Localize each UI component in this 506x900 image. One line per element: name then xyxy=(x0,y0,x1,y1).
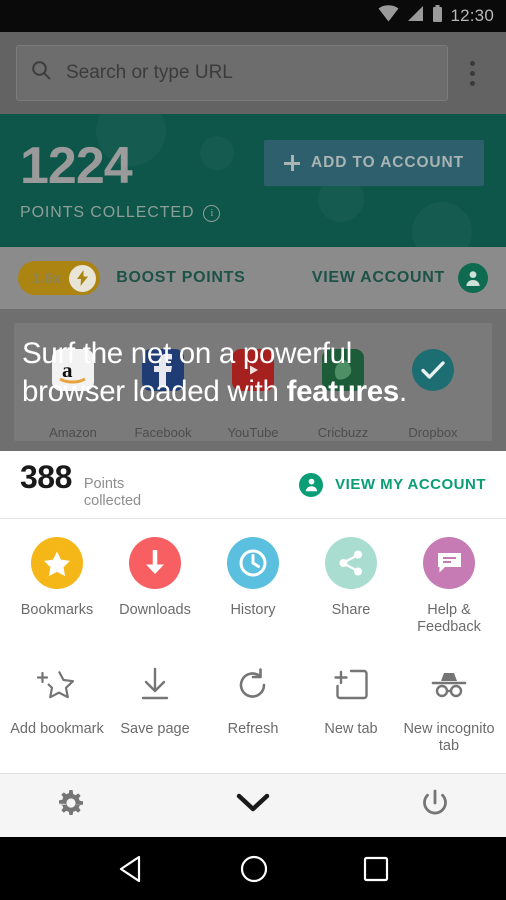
star-icon xyxy=(31,537,83,589)
add-to-account-button[interactable]: ADD TO ACCOUNT xyxy=(264,140,484,186)
promo-line-2-normal: browser loaded with xyxy=(22,374,287,408)
shortcut-label: Dropbox xyxy=(408,425,458,440)
promo-line-2-bold: features xyxy=(286,374,400,408)
browser-menu-sheet: 388 Points collected VIEW MY ACCOUNT Boo… xyxy=(0,451,506,838)
menu-grid-row-1: Bookmarks Downloads History Share Help &… xyxy=(0,519,506,640)
browser-toolbar: Search or type URL xyxy=(0,32,506,114)
menu-item-label: Help & Feedback xyxy=(417,602,481,636)
sheet-points-left: 388 Points collected xyxy=(20,459,141,510)
boost-points-row: 1.6x BOOST POINTS VIEW ACCOUNT xyxy=(0,247,506,309)
menu-item-label: New incognito tab xyxy=(403,721,495,755)
menu-item-label: New tab xyxy=(324,721,378,738)
menu-item-label: Save page xyxy=(120,721,190,738)
share-icon xyxy=(325,537,377,589)
download-arrow-icon xyxy=(129,537,181,589)
points-collected-label: POINTS COLLECTED xyxy=(20,204,195,221)
shortcut-label: YouTube xyxy=(227,425,279,440)
promo-line-1: Surf the net on a powerful xyxy=(22,337,353,370)
browser-content-dimmed: Search or type URL 1224 POINTS COLLECTED… xyxy=(0,32,506,451)
battery-icon xyxy=(432,4,443,28)
plus-icon xyxy=(284,155,301,171)
wifi-icon xyxy=(378,5,399,27)
menu-item-label: Share xyxy=(331,602,371,618)
menu-item-label: Bookmarks xyxy=(20,602,94,618)
clock-icon xyxy=(227,537,279,589)
points-hero-banner: 1224 POINTS COLLECTED i ADD TO ACCOUNT xyxy=(0,114,506,247)
refresh-icon xyxy=(230,662,276,708)
boost-left-group[interactable]: 1.6x BOOST POINTS xyxy=(18,261,246,295)
url-bar[interactable]: Search or type URL xyxy=(16,45,448,101)
menu-item-new-tab[interactable]: New tab xyxy=(302,662,400,755)
sheet-points-caption: Points collected xyxy=(84,476,141,510)
incognito-icon xyxy=(426,662,472,708)
home-circle-icon[interactable] xyxy=(239,854,269,889)
decor-bubble xyxy=(200,136,234,170)
menu-item-label: History xyxy=(230,602,276,618)
android-navigation-bar xyxy=(0,837,506,900)
menu-item-share[interactable]: Share xyxy=(302,537,400,636)
overflow-menu-icon[interactable] xyxy=(448,60,496,86)
menu-item-save-page[interactable]: Save page xyxy=(106,662,204,755)
menu-item-history[interactable]: History xyxy=(204,537,302,636)
recents-square-icon[interactable] xyxy=(363,856,389,887)
url-placeholder-text: Search or type URL xyxy=(66,62,233,83)
boost-multiplier-badge[interactable]: 1.6x xyxy=(18,261,101,295)
chat-bubble-icon xyxy=(423,537,475,589)
shortcuts-area: a Amazon Facebook YouTube Cricbuzz Dropb… xyxy=(0,309,506,451)
menu-item-refresh[interactable]: Refresh xyxy=(204,662,302,755)
chevron-down-icon[interactable] xyxy=(236,792,270,819)
star-plus-icon xyxy=(34,662,80,708)
menu-item-label: Add bookmark xyxy=(10,721,104,738)
account-avatar-icon xyxy=(458,263,488,293)
power-icon[interactable] xyxy=(420,788,450,823)
sheet-points-value: 388 xyxy=(20,458,72,495)
view-my-account-label: VIEW MY ACCOUNT xyxy=(335,476,486,493)
sheet-points-row: 388 Points collected VIEW MY ACCOUNT xyxy=(0,451,506,519)
promo-line-2: browser loaded with features. xyxy=(22,373,484,411)
search-icon xyxy=(31,60,52,86)
promo-overlay-text: Surf the net on a powerful browser loade… xyxy=(22,335,484,411)
dot xyxy=(469,80,475,86)
menu-item-label: Refresh xyxy=(227,721,279,738)
shortcut-label: Cricbuzz xyxy=(317,425,369,440)
promo-line-2-end: . xyxy=(398,374,407,408)
sheet-points-caption-line2: collected xyxy=(83,493,142,509)
menu-item-new-incognito-tab[interactable]: New incognito tab xyxy=(400,662,498,755)
view-my-account-button[interactable]: VIEW MY ACCOUNT xyxy=(299,472,486,497)
account-avatar-icon xyxy=(299,472,324,497)
save-download-icon xyxy=(132,662,178,708)
add-to-account-label: ADD TO ACCOUNT xyxy=(311,154,464,171)
boost-multiplier-value: 1.6x xyxy=(32,269,62,287)
back-triangle-icon[interactable] xyxy=(117,854,145,889)
view-account-button[interactable]: VIEW ACCOUNT xyxy=(312,263,488,293)
menu-item-downloads[interactable]: Downloads xyxy=(106,537,204,636)
status-bar: 12:30 xyxy=(0,0,506,32)
sheet-points-caption-line1: Points xyxy=(83,475,125,492)
menu-item-help-feedback[interactable]: Help & Feedback xyxy=(400,537,498,636)
signal-icon xyxy=(406,5,425,27)
view-account-label: VIEW ACCOUNT xyxy=(311,269,445,286)
phone-screen: 12:30 Search or type URL 1224 POINTS COL… xyxy=(0,0,506,900)
status-time: 12:30 xyxy=(450,6,494,25)
gear-icon[interactable] xyxy=(56,788,86,823)
menu-grid-row-2: Add bookmark Save page Refresh New tab N… xyxy=(0,640,506,759)
boost-points-label: BOOST POINTS xyxy=(116,269,246,286)
sheet-bottom-bar xyxy=(0,773,506,838)
shortcut-label: Amazon xyxy=(49,425,97,440)
lightning-bolt-icon xyxy=(69,264,97,292)
dot xyxy=(469,70,475,76)
menu-item-bookmarks[interactable]: Bookmarks xyxy=(8,537,106,636)
shortcut-label: Facebook xyxy=(134,425,192,440)
menu-item-label: Downloads xyxy=(119,602,191,618)
info-icon[interactable]: i xyxy=(203,204,221,222)
dot xyxy=(469,60,475,66)
new-tab-icon xyxy=(328,662,374,708)
menu-item-add-bookmark[interactable]: Add bookmark xyxy=(8,662,106,755)
